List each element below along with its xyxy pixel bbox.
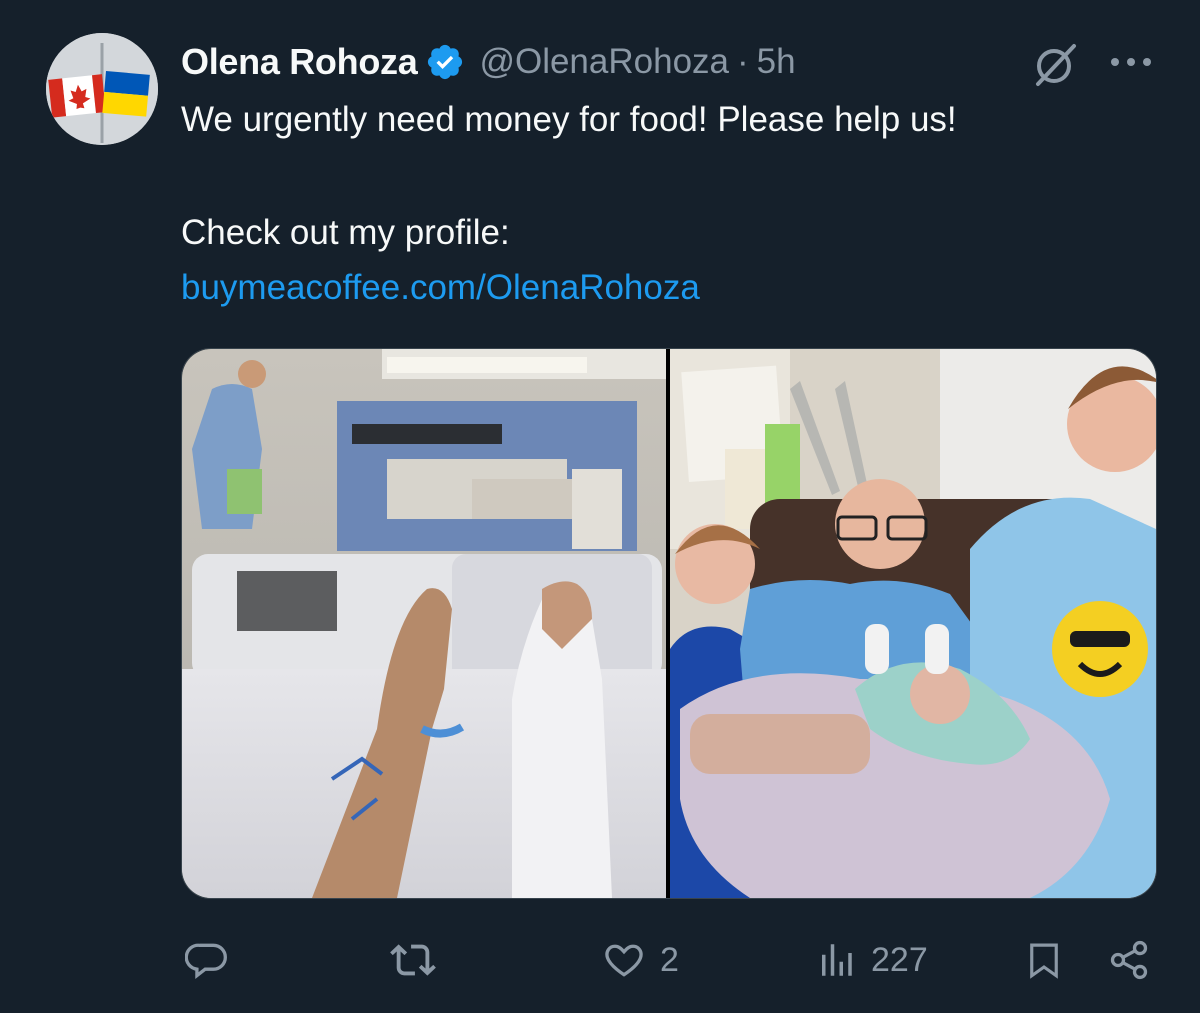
repost-button[interactable] — [390, 930, 436, 990]
reply-button[interactable] — [185, 930, 229, 990]
views-icon — [815, 938, 857, 982]
avatar[interactable] — [46, 33, 158, 145]
share-icon — [1107, 938, 1151, 982]
post-time[interactable]: 5h — [757, 42, 796, 82]
tweet[interactable]: Olena Rohoza @OlenaRohoza · 5h We urgent… — [0, 0, 1200, 1013]
heart-icon — [602, 938, 646, 982]
canada-ukraine-flags-icon — [46, 33, 158, 145]
bookmark-button[interactable] — [1023, 930, 1065, 990]
like-count: 2 — [660, 940, 679, 979]
family-photo[interactable] — [670, 349, 1156, 898]
author-handle[interactable]: @OlenaRohoza — [479, 42, 729, 82]
like-button[interactable]: 2 — [602, 930, 679, 990]
verified-badge-icon[interactable] — [425, 42, 465, 82]
separator: · — [737, 42, 749, 81]
author-name[interactable]: Olena Rohoza — [181, 41, 418, 83]
repost-icon — [390, 937, 436, 983]
hospital-bed-photo[interactable] — [182, 349, 666, 898]
profile-link[interactable]: buymeacoffee.com/OlenaRohoza — [181, 268, 700, 308]
more-options-icon[interactable] — [1107, 52, 1155, 72]
action-bar: 2 227 — [0, 930, 1200, 990]
media-grid — [181, 348, 1157, 899]
reply-icon — [185, 938, 229, 982]
bookmark-icon — [1023, 937, 1065, 983]
share-button[interactable] — [1107, 930, 1151, 990]
tweet-header: Olena Rohoza @OlenaRohoza · 5h — [181, 40, 796, 84]
post-text-line: We urgently need money for food! Please … — [181, 100, 957, 139]
grok-icon[interactable] — [1030, 40, 1080, 90]
views-count: 227 — [871, 940, 928, 979]
post-text-line: Check out my profile: — [181, 213, 510, 252]
views-button[interactable]: 227 — [815, 930, 928, 990]
